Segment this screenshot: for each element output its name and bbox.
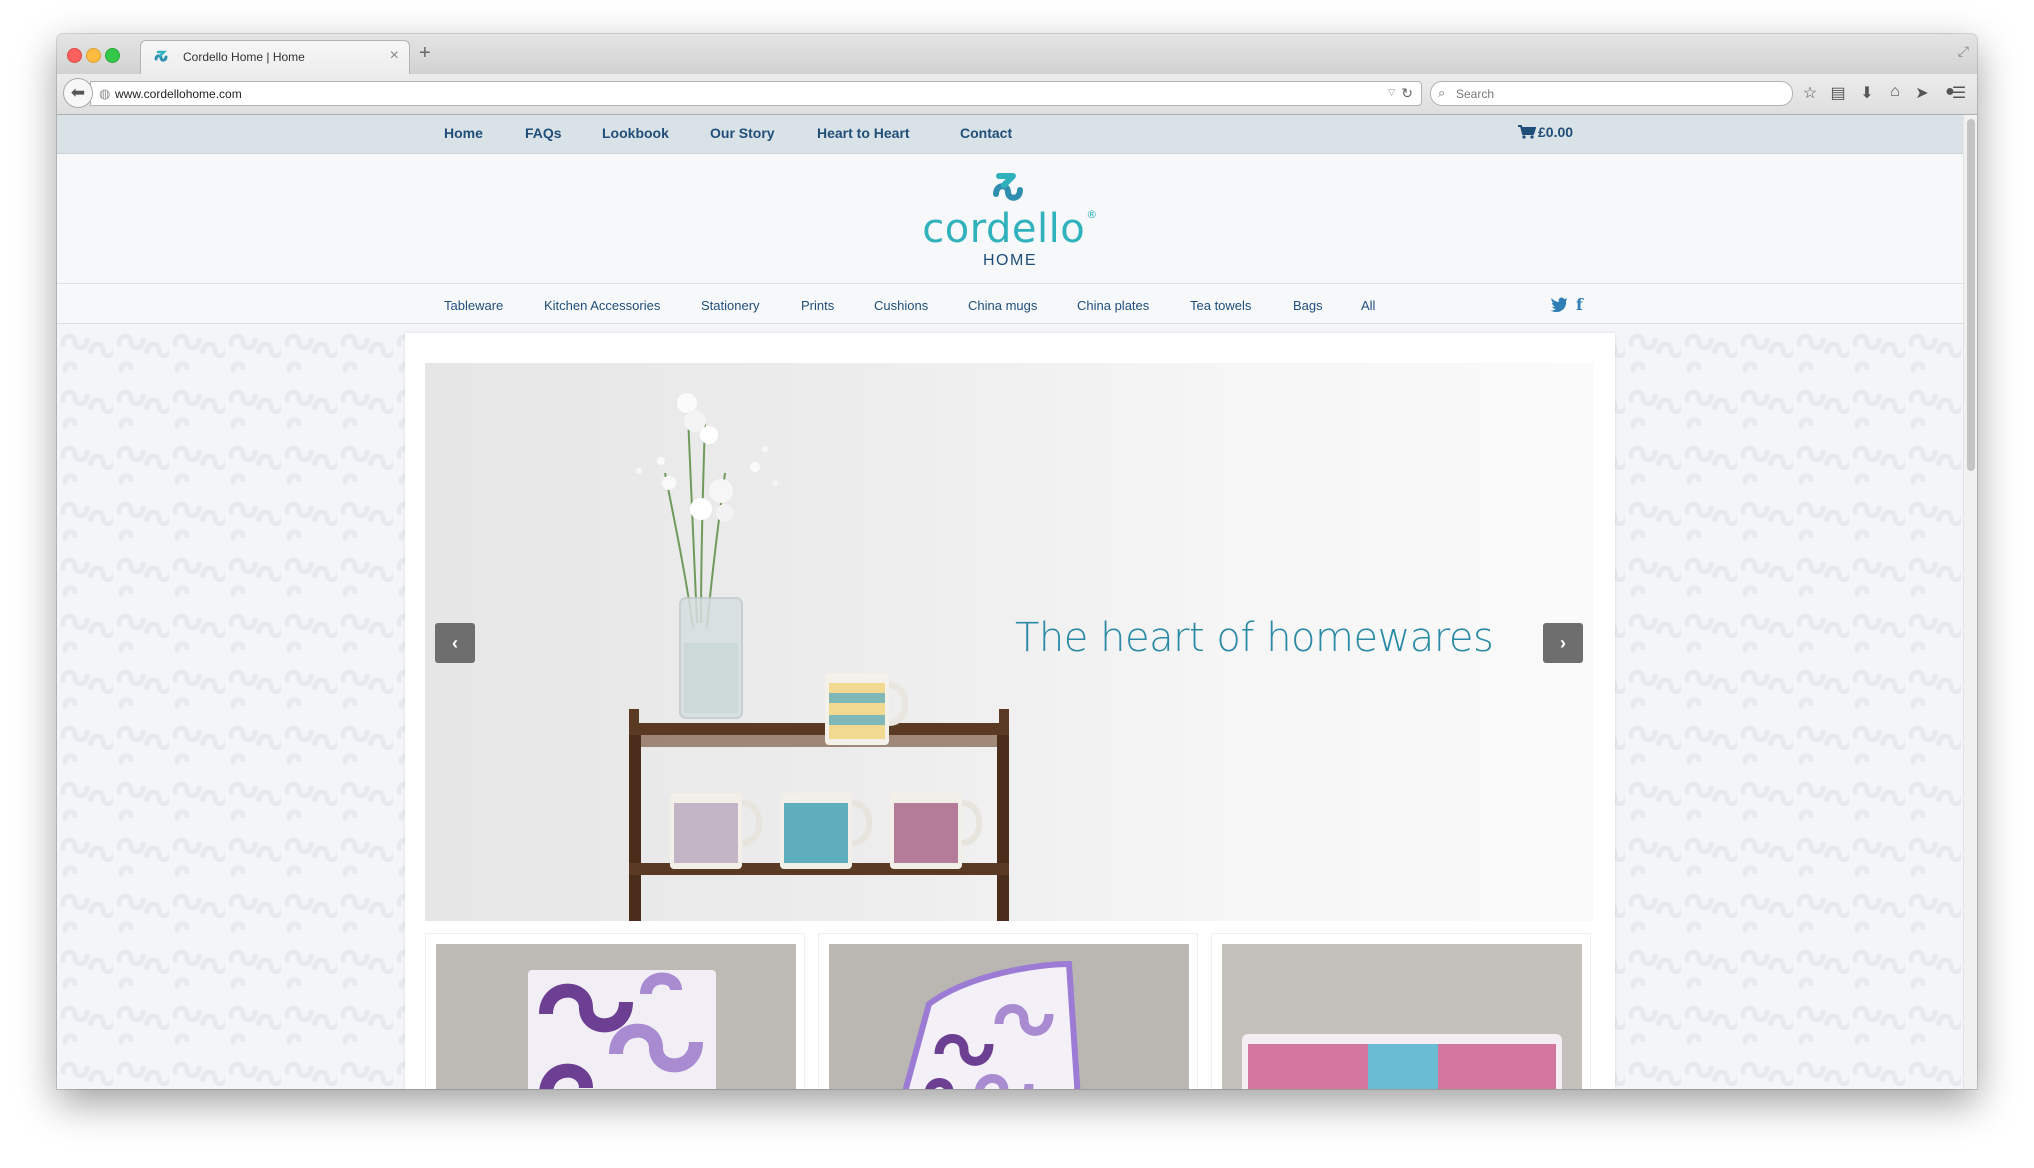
menu-icon[interactable]: ☰ [1949, 83, 1969, 103]
search-icon: ⌕ [1438, 85, 1446, 100]
main-content: The heart of homewares ‹ › [405, 333, 1615, 1089]
nav-our-story[interactable]: Our Story [710, 125, 775, 141]
category-china-mugs[interactable]: China mugs [968, 298, 1037, 313]
url-text[interactable]: www.cordellohome.com [115, 87, 242, 101]
nav-contact[interactable]: Contact [960, 125, 1012, 141]
new-tab-button[interactable]: + [419, 42, 431, 65]
cordello-favicon-icon [154, 50, 168, 62]
back-button[interactable]: ⬅ [63, 78, 93, 108]
product-card[interactable] [818, 933, 1198, 1089]
category-all[interactable]: All [1361, 298, 1375, 313]
twitter-icon[interactable] [1550, 296, 1568, 312]
hero-slider[interactable]: The heart of homewares ‹ › [425, 363, 1593, 921]
category-tea-towels[interactable]: Tea towels [1190, 298, 1251, 313]
category-stationery[interactable]: Stationery [701, 298, 760, 313]
search-placeholder: Search [1456, 87, 1495, 101]
category-prints[interactable]: Prints [801, 298, 834, 313]
cart-icon [1518, 125, 1536, 139]
category-cushions[interactable]: Cushions [874, 298, 928, 313]
tab-title: Cordello Home | Home [183, 50, 305, 64]
home-icon[interactable]: ⌂ [1885, 83, 1905, 101]
product-image [1222, 944, 1582, 1089]
download-icon[interactable]: ⬇ [1857, 83, 1877, 103]
zoom-window-button[interactable] [105, 48, 120, 63]
product-image [436, 944, 796, 1089]
bookmark-star-icon[interactable]: ☆ [1800, 83, 1820, 103]
web-page: Home FAQs Lookbook Our Story Heart to He… [57, 115, 1963, 1089]
slider-next-button[interactable]: › [1543, 623, 1583, 663]
minimize-window-button[interactable] [86, 48, 101, 63]
share-icon[interactable]: ➤ [1912, 83, 1932, 103]
globe-icon: ◍ [99, 86, 111, 101]
url-dropdown-icon[interactable]: ▽ [1388, 87, 1395, 98]
logo-wordmark[interactable]: cordello® [57, 206, 1963, 252]
close-window-button[interactable] [67, 48, 82, 63]
nav-home[interactable]: Home [444, 125, 483, 141]
chevron-right-icon: › [1560, 632, 1566, 653]
search-input[interactable]: ⌕ Search [1430, 81, 1793, 106]
fullscreen-icon[interactable]: ⤢ [1958, 43, 1969, 60]
product-image [829, 944, 1189, 1089]
tab-bar: Cordello Home | Home × + ⤢ [57, 34, 1977, 75]
url-bar[interactable]: ◍ www.cordellohome.com ▽ ↻ [90, 81, 1422, 106]
tab-close-icon[interactable]: × [390, 47, 399, 65]
browser-toolbar: ◍ www.cordellohome.com ▽ ↻ ⬅ ⌕ Search ☆ … [57, 74, 1977, 115]
nav-heart-to-heart[interactable]: Heart to Heart [817, 125, 910, 141]
nav-faqs[interactable]: FAQs [525, 125, 562, 141]
cart-total: £0.00 [1538, 124, 1574, 140]
page-scrollbar[interactable] [1963, 115, 1977, 1089]
product-card[interactable] [425, 933, 805, 1089]
category-tableware[interactable]: Tableware [444, 298, 503, 313]
back-arrow-icon: ⬅ [70, 83, 86, 102]
browser-tab[interactable]: Cordello Home | Home × [140, 40, 410, 74]
category-nav: Tableware Kitchen Accessories Stationery… [57, 284, 1963, 324]
category-bags[interactable]: Bags [1293, 298, 1323, 313]
bookmarks-list-icon[interactable]: ▤ [1828, 83, 1848, 103]
scrollbar-thumb[interactable] [1967, 119, 1975, 471]
site-header: cordello® HOME [57, 154, 1963, 284]
category-china-plates[interactable]: China plates [1077, 298, 1149, 313]
cordello-logo-icon[interactable] [989, 170, 1023, 206]
slider-prev-button[interactable]: ‹ [435, 623, 475, 663]
facebook-icon[interactable]: f [1576, 295, 1583, 314]
slide-caption: The heart of homewares [1015, 615, 1494, 661]
product-card[interactable] [1211, 933, 1591, 1089]
cart-button[interactable]: £0.00 [1518, 124, 1573, 140]
reload-icon[interactable]: ↻ [1401, 85, 1413, 102]
category-kitchen-accessories[interactable]: Kitchen Accessories [544, 298, 660, 313]
nav-lookbook[interactable]: Lookbook [602, 125, 669, 141]
browser-window: Cordello Home | Home × + ⤢ ◍ www.cordell… [57, 34, 1977, 1089]
logo-subtitle: HOME [983, 252, 1037, 269]
site-top-nav: Home FAQs Lookbook Our Story Heart to He… [57, 115, 1963, 154]
chevron-left-icon: ‹ [452, 632, 458, 653]
